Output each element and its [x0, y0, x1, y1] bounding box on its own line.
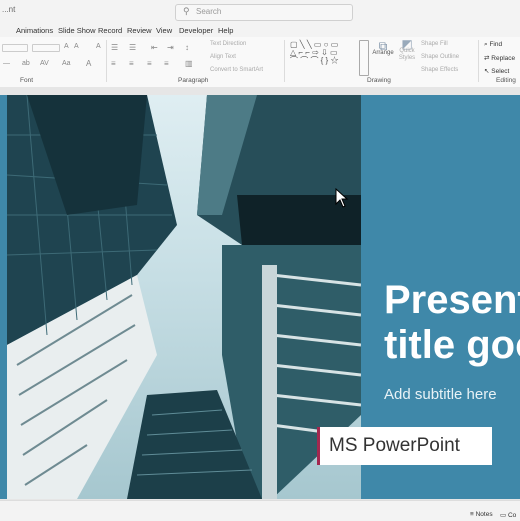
title-line-1: Present: [384, 278, 520, 322]
arrange-button[interactable]: ⧉ Arrange: [372, 40, 394, 57]
grow-font-icon[interactable]: A: [64, 43, 69, 50]
columns-icon[interactable]: ▥: [185, 59, 193, 68]
justify-icon[interactable]: ≡: [164, 59, 169, 68]
mouse-pointer-icon: [335, 188, 349, 208]
replace-icon: ⇄: [484, 55, 490, 62]
shapes-scroll[interactable]: [359, 40, 369, 76]
app-title: ...nt: [2, 5, 16, 14]
clear-format-icon[interactable]: A: [96, 43, 101, 50]
search-placeholder: Search: [196, 7, 222, 16]
tab-developer[interactable]: Developer: [179, 26, 213, 35]
ms-powerpoint-badge: MS PowerPoint: [317, 427, 492, 465]
quick-styles-button[interactable]: ◩ Quick Styles: [396, 38, 418, 62]
align-right-icon[interactable]: ≡: [147, 59, 152, 68]
tab-animations[interactable]: Animations: [16, 26, 53, 35]
divider: [478, 40, 479, 82]
select-icon: ↖: [484, 68, 490, 75]
shrink-font-icon[interactable]: A: [74, 43, 79, 50]
select-button[interactable]: ↖ Select: [484, 67, 509, 75]
editing-group-label: Editing: [496, 77, 516, 84]
divider: [284, 40, 285, 82]
building-photo[interactable]: [7, 95, 361, 499]
arrange-label: Arrange: [372, 50, 394, 56]
underline-icon[interactable]: ab: [22, 60, 30, 67]
comments-icon: ▭: [500, 512, 507, 519]
case-icon[interactable]: Aa: [62, 60, 71, 67]
shape-effects-button[interactable]: Shape Effects: [421, 67, 458, 73]
tab-review[interactable]: Review: [127, 26, 152, 35]
font-name-box[interactable]: [2, 44, 28, 52]
drawing-group-label: Drawing: [367, 77, 391, 84]
find-button[interactable]: ⌕ Find: [484, 41, 502, 49]
shape-outline-button[interactable]: Shape Outline: [421, 54, 459, 60]
font-size-box[interactable]: [32, 44, 60, 52]
comments-label: Co: [507, 512, 517, 519]
indent-increase-icon[interactable]: ⇥: [167, 43, 174, 52]
indent-decrease-icon[interactable]: ⇤: [151, 43, 158, 52]
comments-button[interactable]: ▭ Co: [500, 511, 516, 519]
align-left-icon[interactable]: ≡: [111, 59, 116, 68]
strike-icon[interactable]: —: [3, 60, 10, 67]
bullets-icon[interactable]: ☰: [111, 43, 118, 52]
find-icon: ⌕: [484, 41, 488, 48]
divider: [106, 40, 107, 82]
search-box[interactable]: ⚲ Search: [175, 4, 353, 21]
convert-smartart-button[interactable]: Convert to SmartArt: [210, 67, 263, 73]
status-bar: ≡ Notes ▭ Co: [0, 500, 520, 521]
font-group-label: Font: [20, 77, 34, 84]
ribbon: A A A — ab AV Aa A Font ☰ ☰ ⇤ ⇥ ↕ ≡ ≡ ≡ …: [0, 37, 520, 88]
select-label: Select: [491, 68, 510, 75]
search-icon: ⚲: [183, 6, 190, 16]
shapes-gallery[interactable]: ▢ ╲ ╲ ▭ ○ ▭ △ ⌐ ⌐ ⇨ ⇩ ▭ ⌒ ⌒ ⌒ { } ☆: [290, 41, 338, 65]
tab-help[interactable]: Help: [218, 26, 233, 35]
notes-icon: ≡: [470, 511, 474, 518]
slide-subtitle[interactable]: Add subtitle here: [384, 386, 497, 403]
tab-record[interactable]: Record: [98, 26, 122, 35]
line-spacing-icon[interactable]: ↕: [185, 43, 189, 52]
numbering-icon[interactable]: ☰: [129, 43, 136, 52]
replace-label: Replace: [491, 55, 516, 62]
find-label: Find: [489, 41, 503, 48]
font-color-icon[interactable]: A: [86, 59, 91, 68]
replace-button[interactable]: ⇄ Replace: [484, 54, 515, 62]
notes-label: Notes: [475, 511, 493, 518]
title-line-2: title goo: [384, 323, 520, 367]
notes-button[interactable]: ≡ Notes: [470, 511, 493, 518]
shape-fill-button[interactable]: Shape Fill: [421, 41, 448, 47]
title-bar: ...nt ⚲ Search: [0, 0, 520, 22]
badge-label: MS PowerPoint: [329, 435, 460, 456]
align-center-icon[interactable]: ≡: [129, 59, 134, 68]
spacing-icon[interactable]: AV: [40, 60, 49, 67]
slide-title[interactable]: Present title goo: [384, 278, 520, 368]
tab-slide-show[interactable]: Slide Show: [58, 26, 96, 35]
align-text-button[interactable]: Align Text: [210, 54, 236, 60]
tab-view[interactable]: View: [156, 26, 172, 35]
skyscraper-image: [7, 95, 361, 499]
quick-styles-label: Quick Styles: [398, 48, 416, 61]
ribbon-tabs: Animations Slide Show Record Review View…: [0, 23, 520, 37]
text-direction-button[interactable]: Text Direction: [210, 41, 246, 47]
paragraph-group-label: Paragraph: [178, 77, 209, 84]
